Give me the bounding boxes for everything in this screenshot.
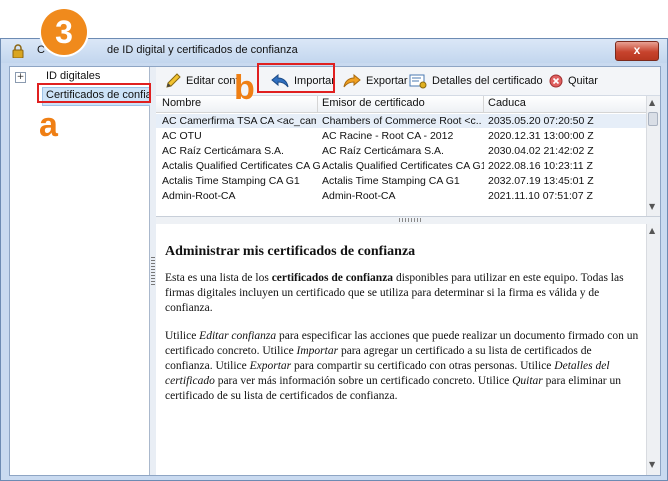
cell-name: AC Raíz Certicámara S.A.	[162, 145, 284, 157]
cell-expires: 2022.08.16 10:23:11 Z	[488, 160, 593, 172]
dialog-client-area: + ID digitales Certificados de confianza…	[9, 66, 661, 476]
scroll-down-icon[interactable]: ▼	[649, 460, 655, 469]
splitter-grip	[399, 218, 423, 222]
help-text-run: para ver más información sobre un certif…	[214, 375, 513, 387]
cell-issuer: AC Raíz Certicámara S.A.	[322, 145, 444, 157]
cell-expires: 2032.07.19 13:45:01 Z	[488, 175, 594, 187]
close-icon: x	[633, 43, 641, 57]
column-separator[interactable]	[483, 96, 484, 112]
scrollbar-thumb[interactable]	[648, 112, 658, 126]
table-row[interactable]: AC Camerfirma TSA CA <ac_came... Chamber…	[156, 114, 646, 128]
certificate-details-label: Detalles del certificado	[432, 75, 543, 87]
remove-label: Quitar	[568, 75, 598, 87]
cell-name: Admin-Root-CA	[162, 190, 236, 202]
content-pane: Editar confi Importar Exportar Detalles …	[156, 67, 660, 475]
pencil-icon	[166, 73, 181, 88]
cell-expires: 2030.04.02 21:42:02 Z	[488, 145, 594, 157]
help-text-italic: Editar confianza	[199, 330, 277, 342]
help-paragraph: Utilice Editar confianza para especifica…	[165, 329, 639, 404]
highlight-box-a	[37, 83, 151, 103]
cell-issuer: Chambers of Commerce Root <c...	[322, 115, 482, 127]
table-row[interactable]: Actalis Time Stamping CA G1 Actalis Time…	[156, 174, 646, 188]
help-text-run: Esta es una lista de los	[165, 272, 272, 284]
tree-expand-icon[interactable]: +	[15, 72, 26, 83]
remove-icon	[549, 74, 563, 88]
table-row[interactable]: AC OTU AC Racine - Root CA - 2012 2020.1…	[156, 129, 646, 143]
splitter-grip	[151, 257, 155, 287]
certificate-details-icon	[409, 74, 427, 89]
help-text-italic: Exportar	[249, 360, 292, 372]
help-heading: Administrar mis certificados de confianz…	[165, 244, 416, 259]
help-text: Administrar mis certificados de confianz…	[165, 244, 639, 417]
category-tree: + ID digitales Certificados de confianza	[10, 67, 170, 475]
column-header-name[interactable]: Nombre	[162, 97, 201, 109]
document-scrollbar[interactable]: ▲ ▼	[646, 224, 660, 475]
column-header-expires[interactable]: Caduca	[488, 97, 526, 109]
cell-name: Actalis Time Stamping CA G1	[162, 175, 300, 187]
cell-name: Actalis Qualified Certificates CA G1	[162, 160, 320, 172]
edit-trust-label: Editar confi	[186, 75, 242, 87]
table-scrollbar[interactable]: ▲ ▼	[646, 96, 660, 216]
cell-issuer: AC Racine - Root CA - 2012	[322, 130, 454, 142]
table-row[interactable]: Admin-Root-CA Admin-Root-CA 2021.11.10 0…	[156, 189, 646, 203]
cell-issuer: Actalis Qualified Certificates CA G1	[322, 160, 484, 172]
export-label: Exportar	[366, 75, 408, 87]
cell-issuer: Actalis Time Stamping CA G1	[322, 175, 460, 187]
export-button[interactable]: Exportar	[342, 71, 408, 91]
tree-item-digital-ids[interactable]: ID digitales	[46, 70, 100, 82]
help-text-italic: Quitar	[512, 375, 543, 387]
certificate-details-button[interactable]: Detalles del certificado	[408, 71, 543, 91]
help-text-run: Utilice	[165, 330, 200, 342]
scroll-up-icon[interactable]: ▲	[649, 98, 655, 107]
table-row[interactable]: Actalis Qualified Certificates CA G1 Act…	[156, 159, 646, 173]
close-button[interactable]: x	[615, 41, 659, 61]
title-bar[interactable]: C de ID digital y certificados de confia…	[1, 39, 667, 63]
cell-name: AC OTU	[162, 130, 202, 142]
table-header: Nombre Emisor de certificado Caduca	[156, 96, 646, 113]
highlight-box-b	[257, 63, 335, 93]
annotation-label-a: a	[39, 106, 58, 144]
certificate-table: Nombre Emisor de certificado Caduca AC C…	[156, 96, 660, 216]
window-title: de ID digital y certificados de confianz…	[107, 44, 298, 56]
table-row[interactable]: AC Raíz Certicámara S.A. AC Raíz Certicá…	[156, 144, 646, 158]
remove-button[interactable]: Quitar	[548, 71, 598, 91]
cell-issuer: Admin-Root-CA	[322, 190, 396, 202]
step-number-badge: 3	[41, 9, 87, 55]
annotation-label-b: b	[234, 69, 255, 107]
cell-expires: 2035.05.20 07:20:50 Z	[488, 115, 594, 127]
cell-expires: 2021.11.10 07:51:07 Z	[488, 190, 593, 202]
help-paragraph: Esta es una lista de los certificados de…	[165, 271, 639, 316]
export-arrow-icon	[343, 73, 361, 88]
scroll-up-icon[interactable]: ▲	[649, 226, 655, 235]
dialog-window: C de ID digital y certificados de confia…	[0, 38, 668, 481]
cell-name: AC Camerfirma TSA CA <ac_came...	[162, 115, 316, 127]
column-header-issuer[interactable]: Emisor de certificado	[322, 97, 425, 109]
edit-trust-button[interactable]: Editar confi	[164, 71, 241, 91]
window-title-prefix: C	[37, 44, 45, 56]
help-text-run: para compartir su certificado con otras …	[291, 360, 555, 372]
toolbar: Editar confi Importar Exportar Detalles …	[156, 67, 660, 96]
lock-icon	[12, 44, 24, 58]
help-text-bold: certificados de confianza	[271, 272, 394, 284]
scroll-down-icon[interactable]: ▼	[649, 202, 655, 211]
help-text-italic: Importar	[296, 345, 339, 357]
column-separator[interactable]	[317, 96, 318, 112]
help-document: Administrar mis certificados de confianz…	[156, 224, 646, 475]
cell-expires: 2020.12.31 13:00:00 Z	[488, 130, 594, 142]
